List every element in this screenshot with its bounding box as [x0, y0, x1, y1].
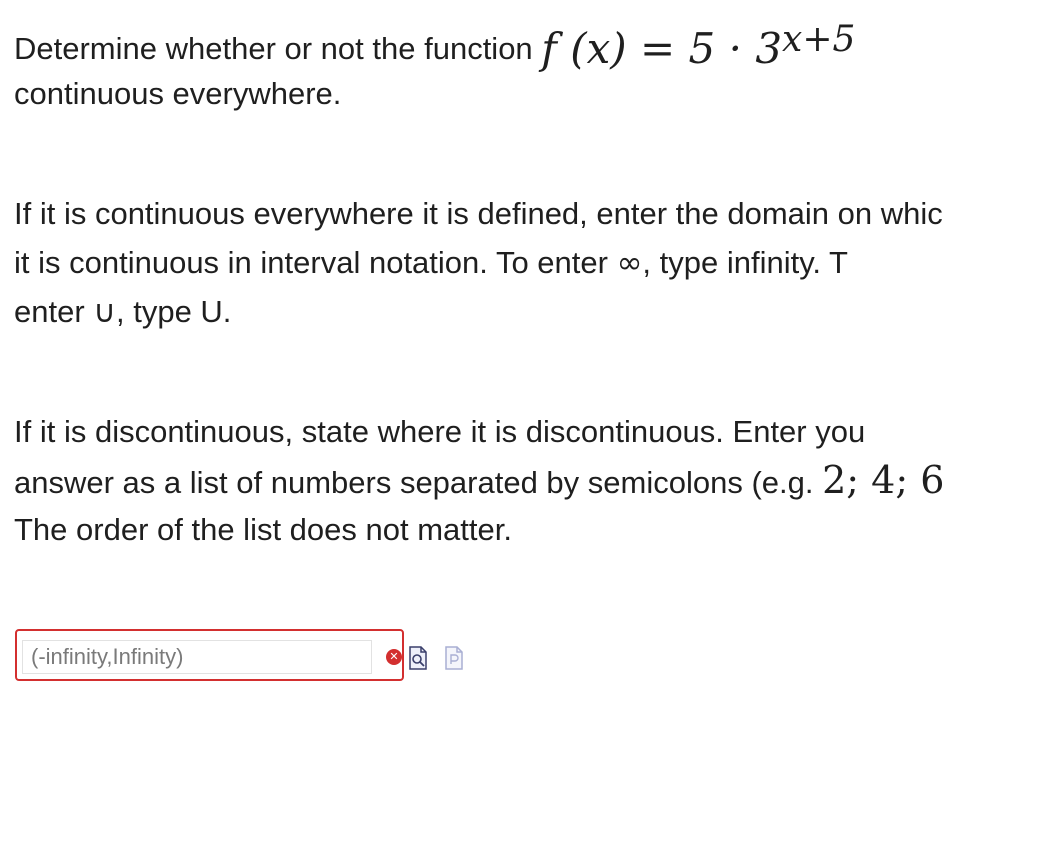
question-paragraph-2: If it is continuous everywhere it is def… [14, 189, 1053, 336]
union-symbol: ∪ [93, 294, 116, 330]
function-formula: f (x) = 5 · 3x+5 [541, 19, 856, 73]
question-paragraph-3: If it is discontinuous, state where it i… [14, 407, 1053, 554]
infinity-symbol: ∞ [616, 245, 643, 281]
question-line: If it is discontinuous, state where it i… [14, 414, 866, 449]
answer-field-wrapper: ✕ [15, 629, 404, 681]
example-numbers: 2; 4; 6 [822, 458, 945, 502]
question-paragraph-1: Determine whether or not the function f … [14, 19, 1053, 118]
syntax-help-icon[interactable] [445, 646, 463, 670]
question-line: enter ∪, type U. [14, 294, 232, 330]
question-line: Determine whether or not the function f … [14, 19, 1053, 73]
question-line: continuous everywhere. [14, 76, 342, 111]
answer-input[interactable] [22, 640, 372, 674]
question-line: it is continuous in interval notation. T… [14, 245, 848, 281]
function-exponent: x+5 [782, 19, 856, 60]
question-page: Determine whether or not the function f … [0, 0, 1053, 845]
question-line: answer as a list of numbers separated by… [14, 458, 945, 502]
question-text: Determine whether or not the function [14, 31, 542, 66]
question-line: The order of the list does not matter. [14, 512, 512, 547]
question-line: If it is continuous everywhere it is def… [14, 196, 943, 231]
x-circle-icon: ✕ [386, 649, 402, 665]
preview-icon[interactable] [409, 646, 427, 670]
